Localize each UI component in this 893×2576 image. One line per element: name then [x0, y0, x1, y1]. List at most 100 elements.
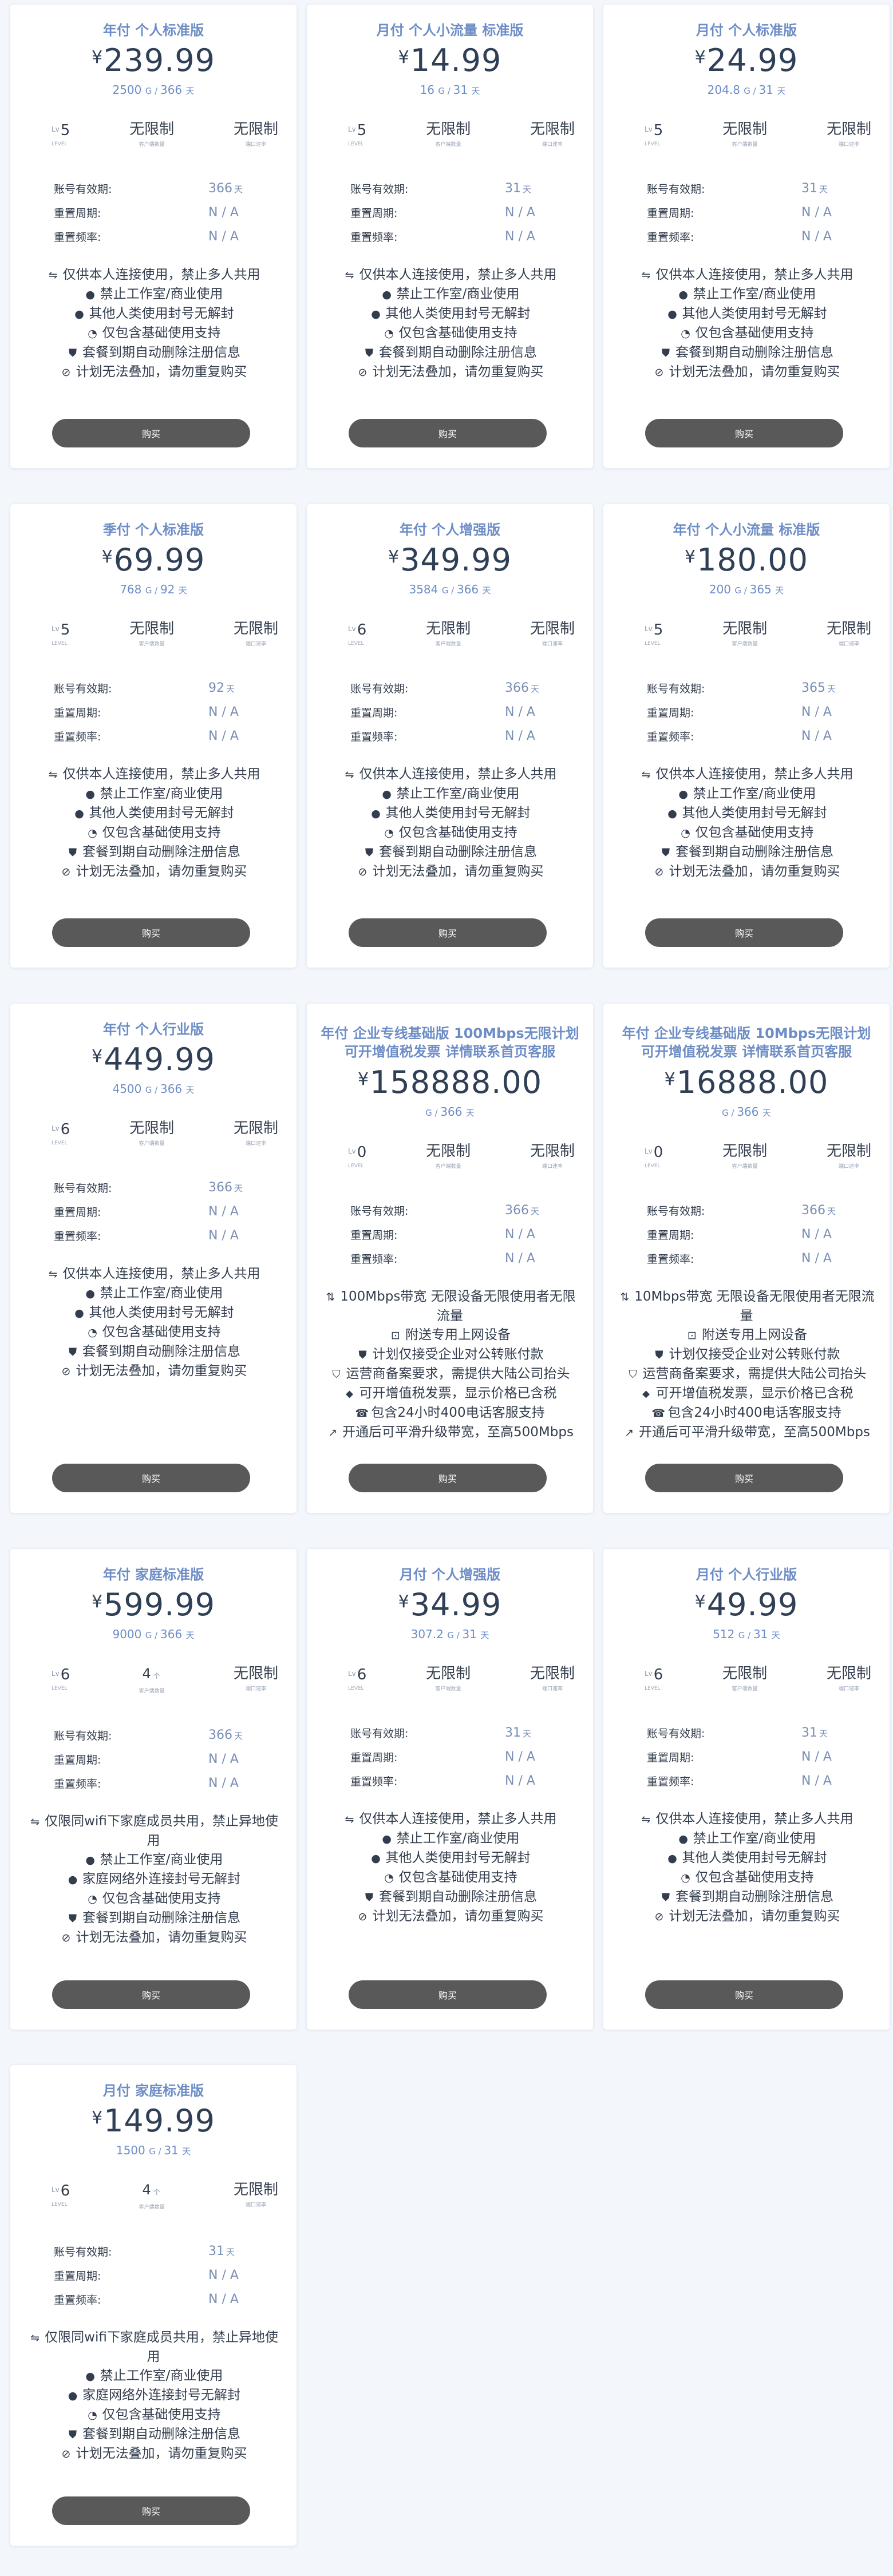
feature-item: ⇅ 10Mbps带宽 无限设备无限使用者无限流量	[616, 1287, 877, 1326]
ports-stat: 无限制 端口速率	[234, 121, 278, 148]
ports-stat: 无限制 端口速率	[827, 121, 871, 148]
validity-row: 账号有效期: 366 天	[350, 676, 580, 700]
level-prefix: Lv	[348, 1147, 356, 1155]
share-icon: ⇋	[641, 1813, 651, 1826]
basic-icon: ◔	[681, 827, 690, 839]
buy-button[interactable]: 购买	[52, 419, 250, 447]
feature-item: ☎ 包含24小时400电话客服支持	[319, 1404, 580, 1423]
level-caption: LEVEL	[645, 1163, 661, 1169]
buy-button[interactable]: 购买	[52, 918, 250, 947]
validity-value: 366 天	[208, 181, 243, 196]
day-unit: 天	[178, 585, 187, 596]
plan-attributes: 账号有效期: 366 天重置周期: N / A 重置频率: N / A	[23, 176, 284, 248]
level-caption: LEVEL	[348, 1686, 364, 1691]
validity-label: 账号有效期:	[350, 682, 409, 695]
validity-value: 31 天	[208, 2244, 235, 2258]
validity-label: 账号有效期:	[54, 1729, 112, 1742]
day-unit: 天	[182, 2146, 191, 2157]
reset-frequency-row: 重置频率: N / A	[647, 724, 877, 748]
traffic-amount: 512	[713, 1627, 738, 1641]
feature-item: ⇋ 仅供本人连接使用，禁止多人共用	[616, 265, 877, 285]
buy-button[interactable]: 购买	[52, 2496, 250, 2525]
level-prefix: Lv	[52, 1670, 60, 1678]
level-value: Lv6	[348, 621, 367, 639]
plan-title: 月付 家庭标准版	[102, 2083, 204, 2099]
feature-item: ● 其他人类使用封号无解封	[319, 304, 580, 324]
buy-button[interactable]: 购买	[645, 419, 843, 447]
basic-icon: ◔	[681, 1872, 690, 1884]
feature-list: ⇋ 仅供本人连接使用，禁止多人共用 ● 禁止工作室/商业使用 ● 其他人类使用封号无解封 ◔…	[319, 1810, 580, 1927]
feature-text: 10Mbps带宽 无限设备无限使用者无限流量	[634, 1289, 875, 1323]
buy-button[interactable]: 购买	[645, 918, 843, 947]
validity-value: 31 天	[505, 181, 532, 196]
traffic-unit: G /	[145, 1085, 160, 1095]
plan-attributes: 账号有效期: 31 天重置周期: N / A 重置频率: N / A	[23, 2239, 284, 2311]
feature-text: 套餐到期自动删除注册信息	[82, 845, 240, 859]
reset-period-value: N / A	[801, 704, 832, 719]
feature-item: ⛊ 套餐到期自动删除注册信息	[23, 1909, 284, 1928]
ports-caption: 端口速率	[838, 1164, 859, 1170]
plan-days: 31	[758, 83, 777, 97]
reset-period-value: N / A	[208, 205, 239, 220]
buy-button[interactable]: 购买	[645, 1980, 843, 2009]
plan-stats: Lv5 LEVEL 无限制 客户端数量 无限制 端口速率	[319, 121, 580, 148]
validity-label: 账号有效期:	[54, 2245, 112, 2258]
traffic-amount: 9000	[112, 1627, 145, 1641]
day-unit: 天	[185, 1630, 195, 1640]
devices-value: 无限制	[722, 1665, 768, 1682]
feature-item: ⇋ 仅供本人连接使用，禁止多人共用	[319, 265, 580, 285]
reset-frequency-row: 重置频率: N / A	[54, 2287, 284, 2311]
feature-text: 附送专用上网设备	[405, 1327, 511, 1342]
plan-attributes: 账号有效期: 92 天重置周期: N / A 重置频率: N / A	[23, 676, 284, 748]
buy-button[interactable]: 购买	[349, 419, 547, 447]
buy-button[interactable]: 购买	[52, 1980, 250, 2009]
plan-stats: Lv6 LEVEL 无限制 客户端数量 无限制 端口速率	[616, 1665, 877, 1692]
buy-button[interactable]: 购买	[52, 1464, 250, 1492]
plan-stats: Lv5 LEVEL 无限制 客户端数量 无限制 端口速率	[616, 620, 877, 647]
ports-value: 无限制	[826, 121, 871, 138]
feature-item: ● 其他人类使用封号无解封	[616, 1849, 877, 1868]
feature-item: ◔ 仅包含基础使用支持	[23, 823, 284, 843]
feature-text: 计划无法叠加，请勿重复购买	[669, 364, 840, 379]
validity-label: 账号有效期:	[54, 183, 112, 196]
ports-caption: 端口速率	[245, 641, 266, 647]
device-icon: ⊡	[391, 1329, 400, 1342]
feature-text: 套餐到期自动删除注册信息	[82, 1911, 240, 1925]
plan-quota: 307.2 G / 31 天	[319, 1627, 580, 1641]
reset-frequency-label: 重置频率:	[350, 730, 398, 743]
plan-days: 31	[462, 1627, 481, 1641]
price-row: ¥14.99	[319, 42, 580, 78]
plan-price: 449.99	[104, 1041, 216, 1077]
feature-item: ⊡ 附送专用上网设备	[616, 1326, 877, 1345]
price-row: ¥49.99	[616, 1587, 877, 1623]
devices-caption: 客户端数量	[732, 641, 758, 647]
feature-text: 包含24小时400电话客服支持	[667, 1405, 841, 1420]
feature-item: ● 禁止工作室/商业使用	[319, 1829, 580, 1849]
feature-item: ◔ 仅包含基础使用支持	[23, 1889, 284, 1909]
reset-period-row: 重置周期: N / A	[350, 1222, 580, 1246]
buy-button[interactable]: 购买	[349, 1980, 547, 2009]
traffic-unit: G /	[145, 86, 160, 96]
ports-stat: 无限制 端口速率	[234, 2181, 278, 2208]
currency-symbol: ¥	[91, 47, 103, 68]
buy-button[interactable]: 购买	[349, 918, 547, 947]
reset-period-row: 重置周期: N / A	[350, 200, 580, 224]
day-unit: 天	[827, 683, 836, 694]
ban-icon: ●	[85, 1287, 95, 1300]
level-stat: Lv6 LEVEL	[348, 1665, 366, 1691]
buy-button[interactable]: 购买	[645, 1464, 843, 1492]
feature-text: 其他人类使用封号无解封	[682, 806, 827, 821]
validity-label: 账号有效期:	[54, 1182, 112, 1195]
plan-days: 366	[160, 83, 186, 97]
feature-text: 套餐到期自动删除注册信息	[675, 1889, 833, 1904]
plan-title: 年付 企业专线基础版 10Mbps无限计划 可开增值税发票 详情联系首页客服	[622, 1025, 871, 1060]
share-icon: ⇋	[641, 768, 651, 781]
plan-days: 31	[753, 1627, 772, 1641]
reset-period-row: 重置周期: N / A	[54, 2263, 284, 2287]
ports-value: 无限制	[233, 1665, 278, 1682]
day-unit: 天	[482, 585, 491, 596]
feature-text: 仅供本人连接使用，禁止多人共用	[359, 767, 557, 782]
devices-caption: 客户端数量	[139, 1141, 165, 1147]
feature-text: 仅包含基础使用支持	[102, 1325, 221, 1339]
buy-button[interactable]: 购买	[349, 1464, 547, 1492]
